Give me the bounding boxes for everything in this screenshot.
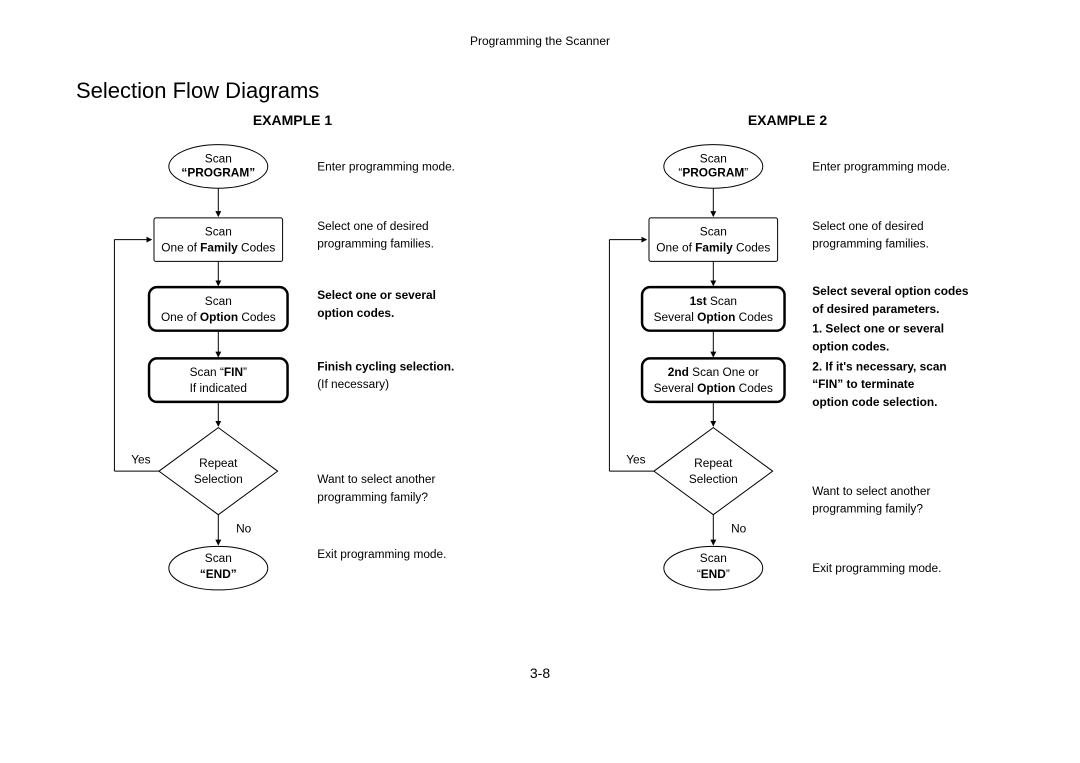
note-2a: Select one of desired	[812, 219, 923, 233]
note-3e: 2. If it's necessary, scan	[812, 359, 946, 373]
family-line1: Scan	[205, 225, 232, 239]
option-line1: Scan	[205, 294, 232, 308]
note-1: Enter programming mode.	[812, 159, 950, 173]
no-label: No	[731, 522, 747, 536]
start-line1: Scan	[700, 151, 727, 165]
family-line1: Scan	[700, 225, 727, 239]
note-3b: option codes.	[317, 306, 394, 320]
fin-line2: If indicated	[190, 381, 247, 395]
diagram-columns: EXAMPLE 1 Scan “PROGRAM” Enter programmi…	[0, 112, 1080, 659]
note-2a: Select one of desired	[317, 219, 428, 233]
yes-label: Yes	[626, 452, 645, 466]
start-line1: Scan	[205, 151, 232, 165]
end-line2: “END”	[697, 567, 730, 581]
page-number: 3-8	[0, 665, 1080, 681]
example-1-column: EXAMPLE 1 Scan “PROGRAM” Enter programmi…	[60, 112, 525, 659]
note-3g: option code selection.	[812, 395, 937, 409]
note-5b: programming family?	[812, 502, 923, 516]
decision-line2: Selection	[194, 472, 243, 486]
end-line1: Scan	[700, 551, 727, 565]
note-2b: programming families.	[317, 237, 434, 251]
opt2-line2: Several Option Codes	[654, 381, 773, 395]
opt2-line1: 2nd Scan One or	[668, 365, 759, 379]
opt1-line2: Several Option Codes	[654, 310, 773, 324]
flowchart-2: Scan “PROGRAM” Enter programming mode. S…	[555, 134, 1020, 654]
note-6: Exit programming mode.	[812, 561, 941, 575]
note-3a: Select several option codes	[812, 284, 969, 298]
example-1-title: EXAMPLE 1	[60, 112, 525, 128]
example-2-title: EXAMPLE 2	[555, 112, 1020, 128]
end-line1: Scan	[205, 551, 232, 565]
end-line2: “END”	[200, 567, 237, 581]
family-line2: One of Family Codes	[161, 241, 275, 255]
start-line2: “PROGRAM”	[678, 165, 748, 179]
note-3c: 1. Select one or several	[812, 322, 944, 336]
yes-label: Yes	[131, 452, 150, 466]
note-3a: Select one or several	[317, 288, 436, 302]
note-4a: Finish cycling selection.	[317, 359, 454, 373]
option-line2: One of Option Codes	[161, 310, 276, 324]
note-6: Exit programming mode.	[317, 547, 446, 561]
family-line2: One of Family Codes	[656, 241, 770, 255]
note-2b: programming families.	[812, 237, 929, 251]
flowchart-1: Scan “PROGRAM” Enter programming mode. S…	[60, 134, 525, 654]
no-label: No	[236, 522, 252, 536]
note-3d: option codes.	[812, 339, 889, 353]
note-3b: of desired parameters.	[812, 302, 939, 316]
decision-line1: Repeat	[694, 456, 733, 470]
fin-line1: Scan “FIN”	[190, 365, 247, 379]
note-5a: Want to select another	[317, 472, 435, 486]
example-2-column: EXAMPLE 2 Scan “PROGRAM” Enter programmi…	[555, 112, 1020, 659]
decision-line2: Selection	[689, 472, 738, 486]
opt1-line1: 1st Scan	[690, 294, 737, 308]
note-4b: (If necessary)	[317, 377, 389, 391]
note-5b: programming family?	[317, 490, 428, 504]
note-5a: Want to select another	[812, 484, 930, 498]
main-title: Selection Flow Diagrams	[76, 78, 1080, 104]
note-3f: “FIN” to terminate	[812, 377, 915, 391]
page-header: Programming the Scanner	[0, 0, 1080, 48]
note-1: Enter programming mode.	[317, 159, 455, 173]
start-line2: “PROGRAM”	[181, 165, 255, 179]
decision-line1: Repeat	[199, 456, 238, 470]
